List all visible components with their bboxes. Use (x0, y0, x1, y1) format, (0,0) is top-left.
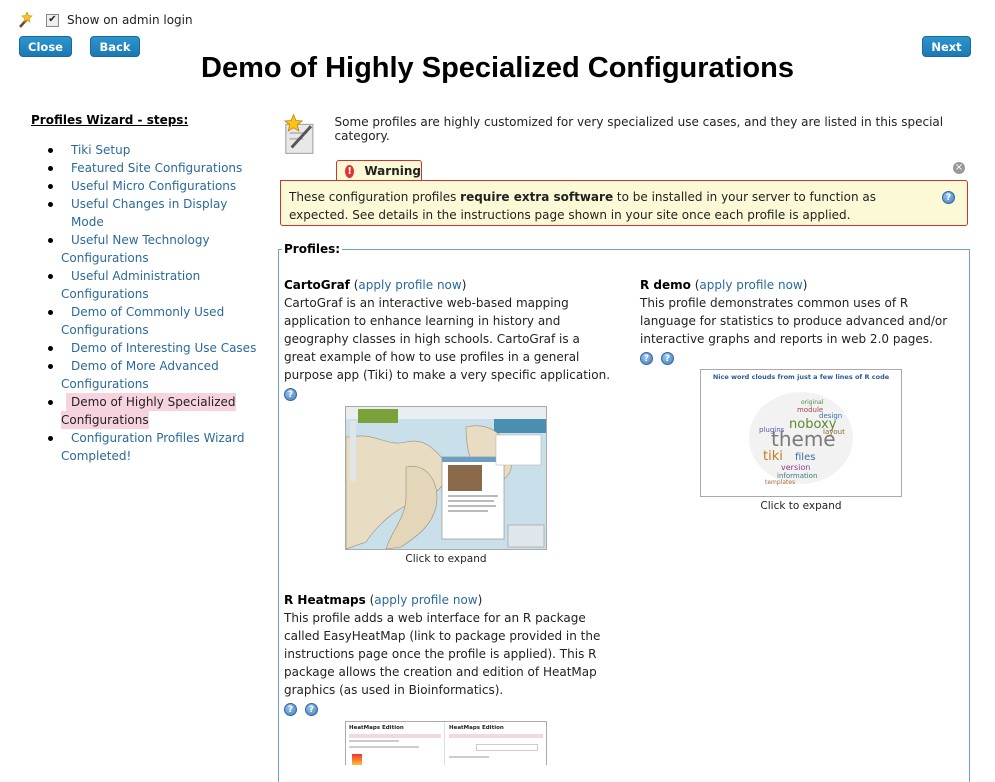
svg-text:plugins: plugins (759, 426, 785, 434)
wizard-step-link[interactable]: Configuration Profiles Wizard (66, 429, 261, 447)
warning-text-before: These configuration profiles (289, 190, 461, 204)
thumbnail-title: HeatMaps Edition (449, 725, 504, 731)
word-cloud-image: theme noboxy tiki files version informat… (749, 392, 853, 486)
r-heatmaps-thumbnail[interactable]: HeatMaps Edition HeatMaps Edition (345, 721, 547, 765)
wizard-step[interactable]: Useful New Technology Configurations (48, 231, 261, 267)
help-icon[interactable]: ? (942, 191, 955, 204)
profile-r-demo: R demo (apply profile now) This profile … (640, 276, 960, 365)
wizard-step-link[interactable]: Useful Micro Configurations (71, 177, 261, 195)
wizard-step-link[interactable]: Featured Site Configurations (71, 159, 261, 177)
wizard-step-link[interactable]: Configurations (61, 375, 149, 393)
wizard-step-link[interactable]: Demo of Highly Specialized (66, 393, 236, 411)
profile-name: CartoGraf (284, 278, 350, 292)
apply-profile-link[interactable]: apply profile now (358, 278, 461, 292)
profile-r-heatmaps: R Heatmaps (apply profile now) This prof… (284, 591, 614, 716)
wizard-step[interactable]: Demo of Commonly Used Configurations (48, 303, 261, 339)
help-icon[interactable]: ? (640, 352, 653, 365)
wizard-step-link[interactable]: Configurations (61, 321, 149, 339)
warning-icon: ! (345, 164, 355, 178)
apply-profile-link[interactable]: apply profile now (374, 593, 477, 607)
help-icon[interactable]: ? (661, 352, 674, 365)
close-icon[interactable]: × (953, 162, 965, 174)
heatmaps-panel-left: HeatMaps Edition (346, 722, 445, 765)
help-icon[interactable]: ? (284, 388, 297, 401)
wizard-step-link[interactable]: Demo of Commonly Used (66, 303, 261, 321)
show-on-login-label: Show on admin login (67, 13, 193, 27)
heatmaps-panel-right: HeatMaps Edition (446, 722, 546, 765)
sidebar-title: Profiles Wizard - steps: (31, 113, 189, 127)
warning-label: Warning (364, 164, 421, 178)
svg-text:templates: templates (765, 479, 795, 486)
show-on-login-checkbox[interactable]: ✔ (46, 13, 59, 27)
wizard-step-link[interactable]: Configurations (61, 285, 149, 303)
intro: Some profiles are highly customized for … (280, 112, 980, 156)
profile-cartograf: CartoGraf (apply profile now) CartoGraf … (284, 276, 614, 401)
profile-name: R demo (640, 278, 691, 292)
r-demo-thumbnail[interactable]: Nice word clouds from just a few lines o… (700, 369, 902, 497)
apply-profile-link[interactable]: apply profile now (699, 278, 802, 292)
intro-text: Some profiles are highly customized for … (334, 115, 944, 143)
admin-login-toggle: ✔ Show on admin login (16, 10, 193, 30)
wizard-step[interactable]: Demo of More Advanced Configurations (48, 357, 261, 393)
wizard-steps-sidebar: Profiles Wizard - steps: Tiki Setup Featu… (31, 113, 261, 465)
warning-tab: ! Warning (336, 160, 422, 181)
thumbnail-caption: Click to expand (405, 553, 487, 565)
magic-wand-doc-icon (283, 113, 314, 154)
wizard-step-link[interactable]: Demo of More Advanced (66, 357, 261, 375)
wizard-step-link[interactable]: Completed! (61, 447, 131, 465)
wizard-step-link[interactable]: Demo of Interesting Use Cases (71, 339, 261, 357)
steps-list: Tiki Setup Featured Site Configurations Us… (31, 141, 261, 465)
wand-icon (19, 11, 33, 28)
profile-description: CartoGraf is an interactive web-based ma… (284, 296, 611, 382)
thumbnail-title: HeatMaps Edition (349, 725, 404, 731)
profile-description: This profile demonstrates common uses of… (640, 296, 948, 346)
profile-description: This profile adds a web interface for an… (284, 611, 601, 697)
cartograf-thumbnail[interactable] (345, 406, 547, 550)
wizard-step[interactable]: Tiki Setup (48, 141, 261, 159)
wizard-step[interactable]: Featured Site Configurations (48, 159, 261, 177)
wizard-step-link[interactable]: Configurations (61, 411, 149, 429)
thumbnail-caption: Click to expand (760, 500, 842, 512)
warning-text-bold: require extra software (460, 190, 614, 204)
wizard-step[interactable]: Useful Changes in Display Mode (48, 195, 261, 231)
svg-text:tiki: tiki (763, 449, 783, 464)
profile-name: R Heatmaps (284, 593, 366, 607)
warning-box: These configuration profiles require ext… (280, 180, 968, 226)
wizard-step-link[interactable]: Useful Administration (66, 267, 261, 285)
wizard-step[interactable]: Demo of Interesting Use Cases (48, 339, 261, 357)
map-screenshot-image (346, 407, 546, 549)
profiles-legend: Profiles: (284, 242, 341, 256)
svg-text:design: design (819, 412, 842, 420)
page-title: Demo of Highly Specialized Configuration… (201, 52, 794, 84)
wizard-step-link[interactable]: Tiki Setup (71, 141, 261, 159)
wizard-step[interactable]: Configuration Profiles Wizard Completed! (48, 429, 261, 465)
wizard-step-link[interactable]: Useful Changes in Display Mode (71, 195, 261, 231)
svg-text:layout: layout (823, 428, 845, 436)
wizard-step-link[interactable]: Configurations (61, 249, 149, 267)
help-icon[interactable]: ? (284, 703, 297, 716)
wizard-step[interactable]: Useful Administration Configurations (48, 267, 261, 303)
svg-text:version: version (781, 463, 810, 472)
wizard-step-link[interactable]: Useful New Technology (66, 231, 261, 249)
svg-text:files: files (795, 452, 815, 463)
wizard-step[interactable]: Useful Micro Configurations (48, 177, 261, 195)
wizard-step[interactable]: Demo of Highly Specialized Configurations (48, 393, 261, 429)
help-icon[interactable]: ? (305, 703, 318, 716)
svg-text:original: original (801, 399, 824, 406)
